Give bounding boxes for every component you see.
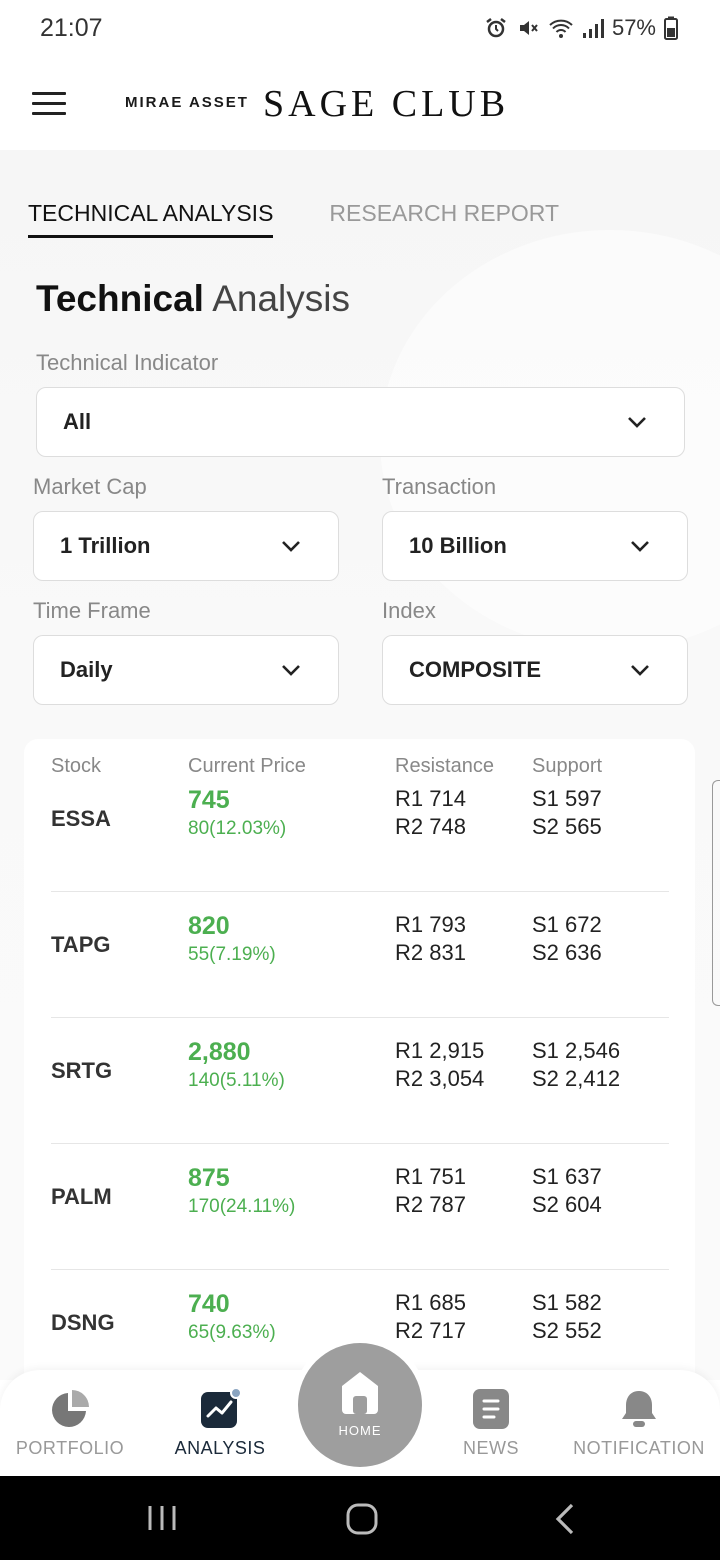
chevron-down-icon [628,417,646,428]
time-frame-value: Daily [60,657,113,682]
page-title-bold: Technical [36,278,204,319]
stock-code: SRTG [51,1058,113,1083]
current-price: 745 [188,786,230,814]
recent-apps-icon[interactable] [146,1502,178,1534]
signal-icon [582,19,604,38]
price-change: 55(7.19%) [188,944,276,965]
support-1: S1 582 [532,1290,602,1315]
nav-news[interactable]: NEWS [421,1382,561,1459]
support-1: S1 2,546 [532,1038,621,1063]
nav-analysis-label: ANALYSIS [174,1438,266,1458]
table-row[interactable]: SRTG 2,880 140(5.11%) R1 2,915 R2 3,054 … [51,1018,669,1144]
status-bar: 21:07 57% [0,0,720,56]
price-change: 65(9.63%) [188,1322,276,1343]
chevron-down-icon [631,665,649,676]
resistance-2: R2 3,054 [395,1066,485,1091]
technical-indicator-value: All [63,409,92,434]
status-icons: 57% [484,15,678,41]
home-icon [342,1372,378,1414]
transaction-select[interactable]: 10 Billion [382,511,688,581]
time-frame-label: Time Frame [33,598,151,623]
home-label: HOME [338,1423,382,1438]
support-1: S1 637 [532,1164,602,1189]
current-price: 820 [188,912,230,940]
menu-icon[interactable] [32,92,66,116]
tab-bar: TECHNICAL ANALYSIS RESEARCH REPORT [28,200,559,238]
resistance-1: R1 793 [395,912,466,937]
news-icon [473,1389,509,1429]
nav-news-label: NEWS [463,1438,519,1458]
bell-icon [622,1391,656,1427]
current-price: 875 [188,1164,230,1192]
index-select[interactable]: COMPOSITE [382,635,688,705]
tab-research-report[interactable]: RESEARCH REPORT [329,200,559,238]
nav-portfolio-label: PORTFOLIO [15,1438,125,1458]
resistance-2: R2 717 [395,1318,466,1343]
mute-icon [519,21,538,35]
support-2: S2 565 [532,814,602,839]
app-header: MIRAE ASSET SAGE CLUB [0,56,720,150]
technical-indicator-label: Technical Indicator [36,350,219,375]
support-2: S2 604 [532,1192,602,1217]
resistance-2: R2 831 [395,940,466,965]
table-row[interactable]: ESSA 745 80(12.03%) R1 714 R2 748 S1 597… [51,766,669,892]
nav-portfolio[interactable]: PORTFOLIO [0,1382,140,1459]
price-change: 170(24.11%) [188,1196,296,1217]
pie-chart-icon [52,1390,89,1427]
status-time: 21:07 [40,13,103,42]
support-1: S1 597 [532,786,602,811]
price-change: 140(5.11%) [188,1070,285,1091]
resistance-2: R2 787 [395,1192,466,1217]
resistance-1: R1 751 [395,1164,466,1189]
support-2: S2 552 [532,1318,602,1343]
technical-indicator-select[interactable]: All [36,387,685,457]
support-2: S2 2,412 [532,1066,621,1091]
support-1: S1 672 [532,912,602,937]
chevron-down-icon [282,665,300,676]
nav-notification-label: NOTIFICATION [573,1438,705,1458]
home-button[interactable]: HOME [298,1343,422,1467]
market-cap-select[interactable]: 1 Trillion [33,511,339,581]
table-row[interactable]: TAPG 820 55(7.19%) R1 793 R2 831 S1 672 … [51,892,669,1018]
stock-code: PALM [51,1184,112,1209]
chevron-down-icon [631,541,649,552]
time-frame-select[interactable]: Daily [33,635,339,705]
market-cap-label: Market Cap [33,474,147,499]
price-change: 80(12.03%) [188,818,287,839]
support-2: S2 636 [532,940,602,965]
back-icon[interactable] [552,1502,578,1536]
nav-analysis[interactable]: ANALYSIS [150,1382,290,1459]
battery-percent: 57% [611,15,656,40]
resistance-1: R1 685 [395,1290,466,1315]
brand-sage-club: SAGE CLUB [263,83,510,125]
tab-technical-analysis[interactable]: TECHNICAL ANALYSIS [28,200,274,238]
table-row[interactable]: PALM 875 170(24.11%) R1 751 R2 787 S1 63… [51,1144,669,1270]
current-price: 2,880 [188,1038,251,1066]
resistance-1: R1 2,915 [395,1038,485,1063]
stock-code: TAPG [51,932,111,957]
chevron-down-icon [282,541,300,552]
analysis-chart-icon [201,1387,242,1428]
transaction-value: 10 Billion [409,533,507,558]
nav-notification[interactable]: NOTIFICATION [569,1382,709,1459]
resistance-1: R1 714 [395,786,466,811]
page-title: Technical Analysis [36,278,350,320]
battery-icon [664,16,678,40]
stock-code: DSNG [51,1310,115,1335]
page-title-light: Analysis [212,278,350,319]
current-price: 740 [188,1290,230,1318]
transaction-label: Transaction [382,474,497,499]
stock-table: Stock Current Price Resistance Support E… [24,739,695,1399]
index-value: COMPOSITE [409,657,542,682]
stock-code: ESSA [51,806,111,831]
home-system-icon[interactable] [345,1502,379,1536]
brand-mirae-asset: MIRAE ASSET [125,94,249,111]
market-cap-value: 1 Trillion [60,533,151,558]
resistance-2: R2 748 [395,814,466,839]
scroll-handle[interactable] [712,780,720,1006]
wifi-icon [549,19,573,38]
alarm-icon [486,18,506,38]
system-nav-bar [0,1476,720,1560]
index-label: Index [382,598,436,623]
